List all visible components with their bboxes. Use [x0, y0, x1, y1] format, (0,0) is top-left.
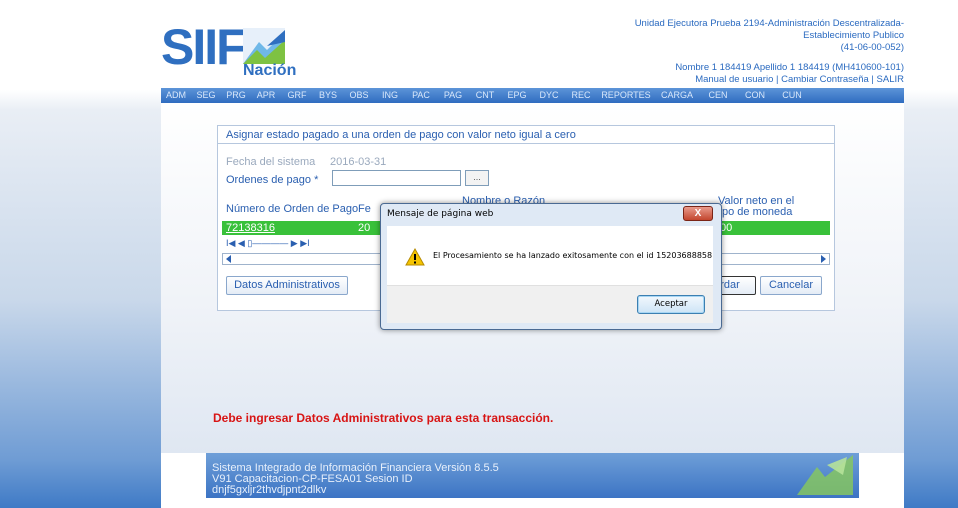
- column-header-date[interactable]: Fe: [358, 204, 371, 215]
- manual-link[interactable]: Manual de usuario: [695, 74, 773, 85]
- system-date-label: Fecha del sistema: [226, 156, 316, 168]
- column-header-order-number[interactable]: Número de Orden de Pago: [226, 204, 358, 215]
- siif-logo: SIIF Nación: [161, 19, 296, 82]
- menu-item-reportes[interactable]: REPORTES: [597, 88, 655, 103]
- menu-item-cen[interactable]: CEN: [699, 88, 737, 103]
- panel-title: Asignar estado pagado a una orden de pag…: [218, 126, 834, 144]
- menu-item-cnt[interactable]: CNT: [469, 88, 501, 103]
- footer: Sistema Integrado de Información Financi…: [206, 453, 859, 498]
- payment-orders-input[interactable]: [332, 170, 461, 186]
- dialog-close-button[interactable]: X: [683, 206, 713, 221]
- menu-item-obs[interactable]: OBS: [343, 88, 375, 103]
- menu-item-epg[interactable]: EPG: [501, 88, 533, 103]
- logo-emblem-icon: [243, 28, 285, 64]
- header-links: Manual de usuario | Cambiar Contraseña |…: [604, 74, 904, 86]
- menu-item-seg[interactable]: SEG: [191, 88, 221, 103]
- main-menu: ADM SEG PRG APR GRF BYS OBS ING PAC PAG CNT EPG DYC R…: [161, 88, 904, 103]
- system-date-value: 2016-03-31: [330, 156, 387, 168]
- footer-arrow-icon: [797, 455, 853, 495]
- user-info: Unidad Ejecutora Prueba 2194-Administrac…: [604, 18, 904, 86]
- dialog-body: El Procesamiento se ha lanzado exitosame…: [387, 226, 713, 285]
- link-separator: |: [776, 74, 779, 85]
- cancel-button[interactable]: Cancelar: [760, 276, 822, 295]
- logout-link[interactable]: SALIR: [877, 74, 904, 85]
- menu-item-prg[interactable]: PRG: [221, 88, 251, 103]
- logo-subtitle: Nación: [243, 62, 297, 79]
- administrative-data-button[interactable]: Datos Administrativos: [226, 276, 348, 295]
- menu-item-adm[interactable]: ADM: [161, 88, 191, 103]
- footer-session-id: dnjf5gxljr2thvdjpnt2dlkv: [212, 484, 327, 496]
- unit-line-2: Establecimiento Publico: [803, 30, 904, 41]
- menu-item-grf[interactable]: GRF: [281, 88, 313, 103]
- dialog-message: El Procesamiento se ha lanzado exitosame…: [433, 251, 713, 260]
- error-message: Debe ingresar Datos Administrativos para…: [213, 411, 554, 425]
- unit-line-1: Unidad Ejecutora Prueba 2194-Administrac…: [634, 18, 904, 29]
- user-name: Nombre 1 184419 Apellido 1 184419 (MH410…: [675, 62, 904, 73]
- menu-item-apr[interactable]: APR: [251, 88, 281, 103]
- browse-orders-button[interactable]: ...: [465, 170, 489, 186]
- link-separator: |: [871, 74, 874, 85]
- change-password-link[interactable]: Cambiar Contraseña: [781, 74, 869, 85]
- menu-item-carga[interactable]: CARGA: [655, 88, 699, 103]
- dialog-footer: Aceptar: [387, 285, 713, 323]
- dialog-title: Mensaje de página web: [387, 209, 494, 219]
- pager-controls[interactable]: I◀ ◀ ▯———— ▶ ▶I: [226, 238, 386, 250]
- scroll-left-icon[interactable]: [225, 255, 233, 263]
- menu-item-pag[interactable]: PAG: [437, 88, 469, 103]
- payment-orders-label: Ordenes de pago *: [226, 174, 319, 186]
- menu-item-pac[interactable]: PAC: [405, 88, 437, 103]
- menu-item-bys[interactable]: BYS: [313, 88, 343, 103]
- scroll-right-icon[interactable]: [819, 255, 827, 263]
- order-number-link[interactable]: 72138316: [226, 222, 275, 234]
- accept-button[interactable]: Aceptar: [637, 295, 705, 314]
- header: SIIF Nación Unidad Ejecutora Prueba 2194…: [161, 0, 904, 88]
- message-dialog: Mensaje de página web X El Procesamiento…: [380, 203, 722, 330]
- unit-line-3: (41-06-00-052): [840, 42, 904, 53]
- menu-item-con[interactable]: CON: [737, 88, 773, 103]
- row-date-cell: 20: [358, 222, 371, 234]
- menu-item-dyc[interactable]: DYC: [533, 88, 565, 103]
- warning-icon: [405, 248, 425, 266]
- menu-item-ing[interactable]: ING: [375, 88, 405, 103]
- logo-letters: SIIF: [161, 19, 247, 75]
- menu-item-rec[interactable]: REC: [565, 88, 597, 103]
- menu-item-cun[interactable]: CUN: [773, 88, 811, 103]
- column-header-currency: po de moneda: [722, 206, 793, 218]
